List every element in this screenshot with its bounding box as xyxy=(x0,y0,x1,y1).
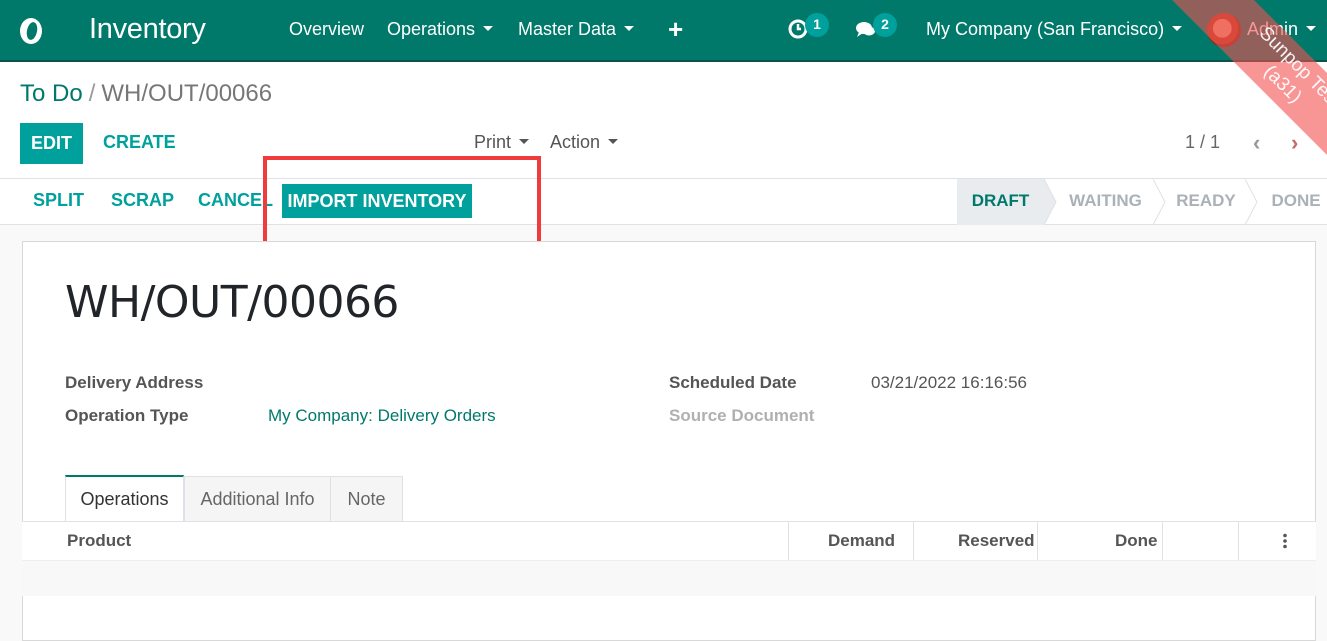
caret-down-icon xyxy=(1172,25,1183,31)
column-demand[interactable]: Demand xyxy=(828,531,895,551)
vertical-ellipsis-icon[interactable] xyxy=(1282,533,1288,549)
pager-value[interactable]: 1 / 1 xyxy=(1185,132,1220,153)
breadcrumb-current: WH/OUT/00066 xyxy=(101,80,273,107)
menu-master-data[interactable]: Master Data xyxy=(518,19,635,40)
tab-note[interactable]: Note xyxy=(330,476,403,522)
user-menu[interactable]: Admin xyxy=(1247,19,1317,40)
stage-done[interactable]: DONE xyxy=(1265,179,1327,225)
column-product[interactable]: Product xyxy=(67,531,131,551)
messages-count-badge: 2 xyxy=(873,13,897,37)
caret-down-icon xyxy=(624,25,635,31)
breadcrumb: To Do / WH/OUT/00066 xyxy=(20,80,272,108)
column-reserved[interactable]: Reserved xyxy=(958,531,1035,551)
activities-count-badge: 1 xyxy=(805,13,829,37)
chevron-left-icon[interactable]: ‹ xyxy=(1253,130,1260,156)
menu-operations[interactable]: Operations xyxy=(387,19,494,40)
user-avatar[interactable] xyxy=(1207,13,1241,47)
menu-overview[interactable]: Overview xyxy=(289,19,364,40)
stage-arrow-divider xyxy=(1153,179,1166,225)
breadcrumb-parent-link[interactable]: To Do xyxy=(20,80,83,107)
user-name: Admin xyxy=(1247,19,1299,39)
column-done[interactable]: Done xyxy=(1115,531,1158,551)
operations-table-empty-row xyxy=(22,561,1316,596)
import-inventory-button[interactable]: IMPORT INVENTORY xyxy=(282,184,472,218)
scheduled-date-label: Scheduled Date xyxy=(669,373,797,392)
delivery-address-label: Delivery Address xyxy=(65,373,204,392)
odoo-logo-icon[interactable] xyxy=(18,16,44,46)
operation-type-value[interactable]: My Company: Delivery Orders xyxy=(268,406,496,426)
plus-icon[interactable]: + xyxy=(668,14,683,45)
menu-master-data-label: Master Data xyxy=(518,19,617,39)
column-divider xyxy=(913,522,914,560)
create-button[interactable]: CREATE xyxy=(103,132,176,153)
action-label: Action xyxy=(550,132,601,152)
source-document-label: Source Document xyxy=(669,406,815,425)
cancel-button[interactable]: CANCEL xyxy=(198,190,273,211)
record-title: WH/OUT/00066 xyxy=(65,277,399,328)
caret-down-icon xyxy=(608,138,619,144)
stage-ready[interactable]: READY xyxy=(1167,179,1245,225)
column-divider xyxy=(1238,522,1239,560)
scheduled-date-value[interactable]: 03/21/2022 16:16:56 xyxy=(871,373,1027,393)
stage-waiting[interactable]: WAITING xyxy=(1058,179,1153,225)
action-dropdown[interactable]: Action xyxy=(550,132,619,153)
tab-additional-info[interactable]: Additional Info xyxy=(184,476,331,522)
stage-arrow-divider xyxy=(1044,179,1057,225)
caret-down-icon xyxy=(1306,25,1317,31)
edit-button[interactable]: EDIT xyxy=(20,123,83,164)
caret-down-icon xyxy=(483,25,494,31)
company-switcher[interactable]: My Company (San Francisco) xyxy=(926,19,1183,40)
print-label: Print xyxy=(474,132,512,152)
tab-operations[interactable]: Operations xyxy=(65,475,184,522)
column-divider xyxy=(788,522,789,560)
menu-operations-label: Operations xyxy=(387,19,476,39)
breadcrumb-separator: / xyxy=(88,80,96,107)
print-dropdown[interactable]: Print xyxy=(474,132,530,153)
split-button[interactable]: SPLIT xyxy=(33,190,84,211)
scrap-button[interactable]: SCRAP xyxy=(111,190,174,211)
caret-down-icon xyxy=(519,138,530,144)
column-divider xyxy=(1037,522,1038,560)
app-title[interactable]: Inventory xyxy=(89,13,206,46)
stage-arrow-divider xyxy=(1245,179,1258,225)
menu-overview-label: Overview xyxy=(289,19,365,39)
chevron-right-icon[interactable]: › xyxy=(1291,130,1298,156)
top-navbar: Inventory Overview Operations Master Dat… xyxy=(0,0,1327,62)
column-divider xyxy=(1162,522,1163,560)
company-label: My Company (San Francisco) xyxy=(926,19,1165,39)
operation-type-label: Operation Type xyxy=(65,406,189,425)
stage-draft[interactable]: DRAFT xyxy=(957,179,1044,225)
